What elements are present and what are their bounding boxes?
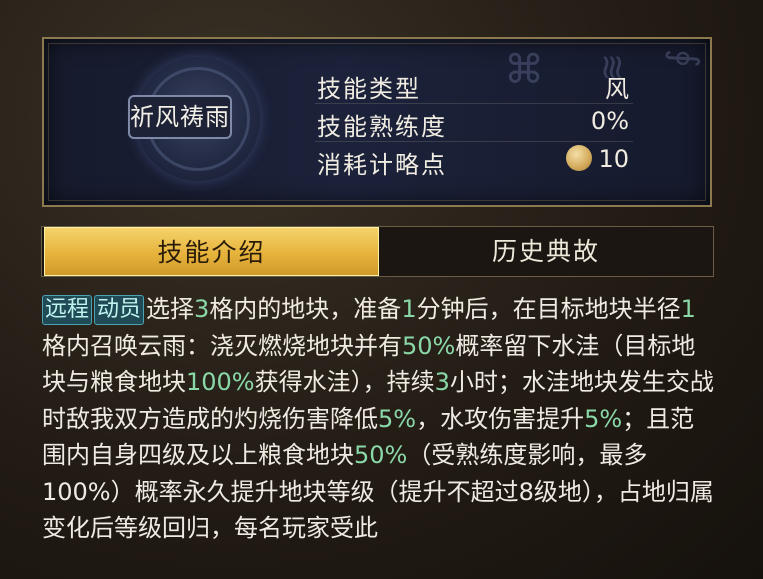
stat-value-cost-wrap: 10: [566, 145, 629, 173]
stat-label-type: 技能类型: [317, 75, 421, 103]
description-text: 获得水洼），持续: [254, 368, 435, 396]
description-highlight-value: 50%: [354, 441, 408, 469]
tag-ranged: 远程: [42, 295, 93, 325]
tab-history[interactable]: 历史典故: [379, 227, 713, 276]
description-highlight-value: 1: [401, 295, 417, 323]
description-highlight-value: 5%: [584, 404, 623, 433]
description-text: 格内的地块，准备: [209, 295, 402, 323]
stat-value-cost: 10: [598, 145, 629, 173]
stat-label-proficiency: 技能熟练度: [317, 113, 447, 141]
skill-name-label: 祈风祷雨: [128, 95, 232, 139]
description-highlight-value: 3: [194, 295, 210, 323]
stat-value-type: 风: [605, 75, 629, 103]
description-highlight-value: 3: [434, 368, 450, 396]
description-highlight-value: 5%: [378, 404, 417, 433]
description-highlight-value: 100%: [186, 368, 255, 396]
tab-skill-intro[interactable]: 技能介绍: [44, 227, 379, 276]
description-text: 分钟后，在目标地块半径: [416, 295, 681, 323]
description-text: ，水攻伤害提升: [416, 404, 585, 433]
tag-mobilize: 动员: [94, 295, 145, 325]
description-text: 选择: [146, 295, 195, 323]
stat-value-proficiency: 0%: [590, 107, 629, 135]
stat-row-cost: 消耗计略点 10: [315, 141, 633, 179]
tab-bar: 技能介绍 历史典故: [41, 226, 714, 277]
description-highlight-value: 1: [680, 295, 696, 323]
description-body: 选择3格内的地块，准备1分钟后，在目标地块半径1格内召唤云雨：浇灭燃烧地块并有5…: [42, 295, 714, 542]
description-text: 格内召唤云雨：浇灭燃烧地块并有: [42, 331, 402, 360]
stat-row-type: 技能类型 风: [315, 65, 633, 104]
description-highlight-value: 50%: [402, 331, 456, 360]
stat-label-cost: 消耗计略点: [317, 151, 447, 179]
stat-row-proficiency: 技能熟练度 0%: [315, 103, 633, 142]
strategy-point-icon: [566, 145, 593, 171]
skill-description: 远程 动员 选择3格内的地块，准备1分钟后，在目标地块半径1格内召唤云雨：浇灭燃烧地…: [42, 291, 718, 547]
calligraphy-decoration-icon-2: ∮: [664, 49, 705, 68]
